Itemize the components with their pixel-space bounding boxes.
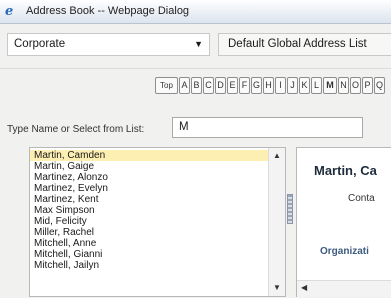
title-bar: e Address Book -- Webpage Dialog	[0, 0, 391, 24]
list-item[interactable]: Martin, Gaige	[30, 161, 268, 172]
pane-splitter[interactable]	[287, 194, 293, 224]
alpha-button-d[interactable]: D	[215, 77, 226, 94]
alpha-button-n[interactable]: N	[338, 77, 350, 94]
alpha-button-q[interactable]: Q	[374, 77, 386, 94]
list-item[interactable]: Martinez, Kent	[30, 194, 268, 205]
alpha-button-i[interactable]: I	[275, 77, 287, 94]
alpha-button-p[interactable]: P	[362, 77, 374, 94]
alpha-button-b[interactable]: B	[191, 77, 202, 94]
alpha-button-e[interactable]: E	[227, 77, 238, 94]
ie-icon: e	[5, 4, 14, 19]
divider	[0, 68, 391, 69]
horizontal-scrollbar[interactable]: ◀	[297, 280, 391, 297]
alpha-button-l[interactable]: L	[311, 77, 323, 94]
scroll-left-icon[interactable]: ◀	[301, 283, 307, 292]
list-item[interactable]: Mitchell, Jailyn	[30, 260, 268, 271]
alpha-button-a[interactable]: A	[179, 77, 190, 94]
alpha-top-button[interactable]: Top	[155, 77, 178, 94]
list-item[interactable]: Max Simpson	[30, 205, 268, 216]
chevron-down-icon[interactable]: ▼	[194, 39, 203, 49]
list-item[interactable]: Martinez, Evelyn	[30, 183, 268, 194]
list-item[interactable]: Mitchell, Anne	[30, 238, 268, 249]
alpha-button-m[interactable]: M	[323, 77, 338, 94]
alpha-button-f[interactable]: F	[239, 77, 250, 94]
alpha-button-h[interactable]: H	[263, 77, 275, 94]
search-input-value: M	[179, 121, 189, 133]
list-item[interactable]: Mitchell, Gianni	[30, 249, 268, 260]
search-input[interactable]: M	[172, 117, 363, 138]
alpha-button-c[interactable]: C	[203, 77, 214, 94]
detail-organization-heading: Organizati	[320, 246, 369, 257]
window-title: Address Book -- Webpage Dialog	[26, 5, 190, 17]
vertical-scrollbar[interactable]: ▲ ▼	[268, 148, 285, 296]
contact-list[interactable]: Martin, Camden Martin, Gaige Martinez, A…	[29, 147, 286, 297]
scroll-down-icon[interactable]: ▼	[270, 281, 284, 295]
detail-contact-heading: Conta	[348, 193, 375, 204]
list-item[interactable]: Martinez, Alonzo	[30, 172, 268, 183]
alpha-button-o[interactable]: O	[350, 77, 362, 94]
global-address-list-label: Default Global Address List	[218, 33, 391, 56]
alpha-button-j[interactable]: J	[287, 77, 299, 94]
scroll-up-icon[interactable]: ▲	[270, 149, 284, 163]
alphabet-bar: Top A B C D E F G H I J K L M N O P Q	[155, 77, 386, 95]
alpha-button-k[interactable]: K	[299, 77, 311, 94]
search-label: Type Name or Select from List:	[7, 124, 145, 135]
address-list-select[interactable]: Corporate ▼	[7, 33, 210, 56]
list-item[interactable]: Mid, Felicity	[30, 216, 268, 227]
list-item[interactable]: Miller, Rachel	[30, 227, 268, 238]
list-item[interactable]: Martin, Camden	[30, 150, 268, 161]
address-list-value: Corporate	[14, 38, 66, 50]
detail-name: Martin, Ca	[314, 163, 377, 178]
contact-list-items: Martin, Camden Martin, Gaige Martinez, A…	[30, 148, 268, 298]
contact-detail-pane: Martin, Ca Conta Organizati ◀	[296, 147, 391, 297]
alpha-button-g[interactable]: G	[251, 77, 263, 94]
